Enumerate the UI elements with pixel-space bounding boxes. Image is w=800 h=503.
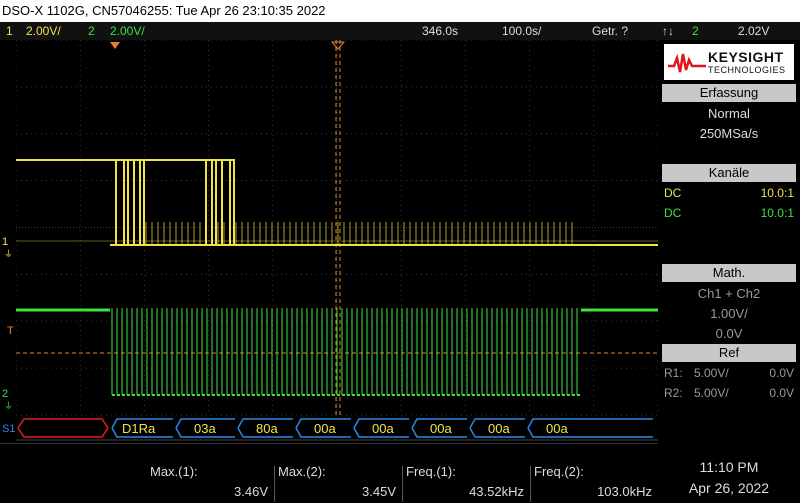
decode-byte-label: 00a [488, 421, 510, 436]
time-delay[interactable]: 346.0s [422, 22, 458, 40]
decode-byte-label: 03a [194, 421, 216, 436]
clock: 11:10 PM Apr 26, 2022 [658, 443, 800, 503]
ground-icon: ⏚ [4, 401, 14, 411]
ch1-settings: DC 10.0:1 [664, 184, 794, 202]
math-header[interactable]: Math. [662, 264, 796, 282]
waveform-display[interactable]: D1Ra 03a 80a 00a 00a 00a 00a 00a [16, 40, 658, 442]
brand-name: KEYSIGHT [708, 49, 784, 65]
ref2-offset: 0.0V [769, 386, 794, 400]
measurement-item[interactable]: Freq.(1): 43.52kHz [402, 444, 530, 503]
ch1-scale[interactable]: 2.00V/ [26, 22, 61, 40]
decode-byte-label: 00a [430, 421, 452, 436]
decode-byte-label: 00a [314, 421, 336, 436]
keysight-logo: KEYSIGHT TECHNOLOGIES [664, 44, 794, 80]
measurement-label: Max.(2): [278, 464, 326, 479]
measurement-bar: Max.(1): 3.46V Max.(2): 3.45V Freq.(1): … [0, 443, 658, 503]
measurement-label: Freq.(1): [406, 464, 456, 479]
channels-header[interactable]: Kanäle [662, 164, 796, 182]
ref1-scale: 5.00V/ [694, 366, 729, 380]
measurement-label: Freq.(2): [534, 464, 584, 479]
ch2-number[interactable]: 2 [88, 22, 95, 40]
brand-sub: TECHNOLOGIES [708, 65, 786, 75]
ref1-label: R1: [664, 366, 683, 380]
ground-icon: ⏚ [4, 249, 14, 259]
measurement-value: 43.52kHz [469, 484, 524, 499]
measurement-item[interactable]: Freq.(2): 103.0kHz [530, 444, 658, 503]
trigger-level[interactable]: 2.02V [738, 22, 769, 40]
serial-bus-marker[interactable]: S1 [2, 423, 15, 435]
ch1-coupling: DC [664, 186, 682, 200]
trigger-level-marker[interactable]: T [7, 325, 14, 337]
decode-idle-segment [17, 418, 109, 438]
measurement-label: Max.(1): [150, 464, 198, 479]
acquisition-header[interactable]: Erfassung [662, 84, 796, 102]
measurement-value: 3.46V [234, 484, 268, 499]
trigger-position-marker [110, 42, 120, 49]
decode-byte-label: 00a [372, 421, 394, 436]
ch2-ground-marker[interactable]: 2 [2, 388, 8, 400]
waveform-canvas: D1Ra 03a 80a 00a 00a 00a 00a 00a [16, 40, 658, 441]
acquisition-mode: Normal [708, 106, 750, 121]
ch2-probe: 10.0:1 [760, 206, 794, 220]
ch2-scale[interactable]: 2.00V/ [110, 22, 145, 40]
math-function: Ch1 + Ch2 [697, 286, 761, 301]
ref2-scale: 5.00V/ [694, 386, 729, 400]
ch1-probe: 10.0:1 [760, 186, 794, 200]
ref-header[interactable]: Ref [662, 344, 796, 362]
ch1-number[interactable]: 1 [6, 22, 13, 40]
time-scale[interactable]: 100.0s/ [502, 22, 541, 40]
side-panel: KEYSIGHT TECHNOLOGIES Erfassung Normal 2… [658, 40, 800, 443]
window-title: DSO-X 1102G, CN57046255: Tue Apr 26 23:1… [0, 0, 800, 22]
decode-byte-label: 80a [256, 421, 278, 436]
keysight-wave-icon [668, 53, 706, 73]
trigger-channel[interactable]: 2 [692, 22, 699, 40]
status-bar: 1 2.00V/ 2 2.00V/ 346.0s 100.0s/ Getr. ?… [0, 22, 800, 40]
trigger-edge-icon: ↑↓ [662, 24, 674, 38]
math-offset: 0.0V [715, 326, 743, 341]
ref2-label: R2: [664, 386, 683, 400]
trigger-mode[interactable]: Getr. ? [592, 22, 628, 40]
clock-date: Apr 26, 2022 [688, 480, 770, 496]
ch1-ground-marker[interactable]: 1 [2, 236, 8, 248]
ch2-settings: DC 10.0:1 [664, 204, 794, 222]
ref1-settings: R1: 5.00V/ 0.0V [664, 364, 794, 382]
clock-time: 11:10 PM [699, 459, 759, 475]
decode-byte-label: 00a [546, 421, 568, 436]
measurement-value: 103.0kHz [597, 484, 652, 499]
cursor-marker [330, 41, 346, 50]
math-scale: 1.00V/ [710, 306, 748, 321]
sample-rate: 250MSa/s [699, 126, 759, 141]
decode-byte-label: D1Ra [122, 421, 156, 436]
ref2-settings: R2: 5.00V/ 0.0V [664, 384, 794, 402]
ch2-coupling: DC [664, 206, 682, 220]
measurement-item[interactable]: Max.(2): 3.45V [274, 444, 402, 503]
measurement-item[interactable]: Max.(1): 3.46V [146, 444, 274, 503]
measurement-value: 3.45V [362, 484, 396, 499]
ref1-offset: 0.0V [769, 366, 794, 380]
